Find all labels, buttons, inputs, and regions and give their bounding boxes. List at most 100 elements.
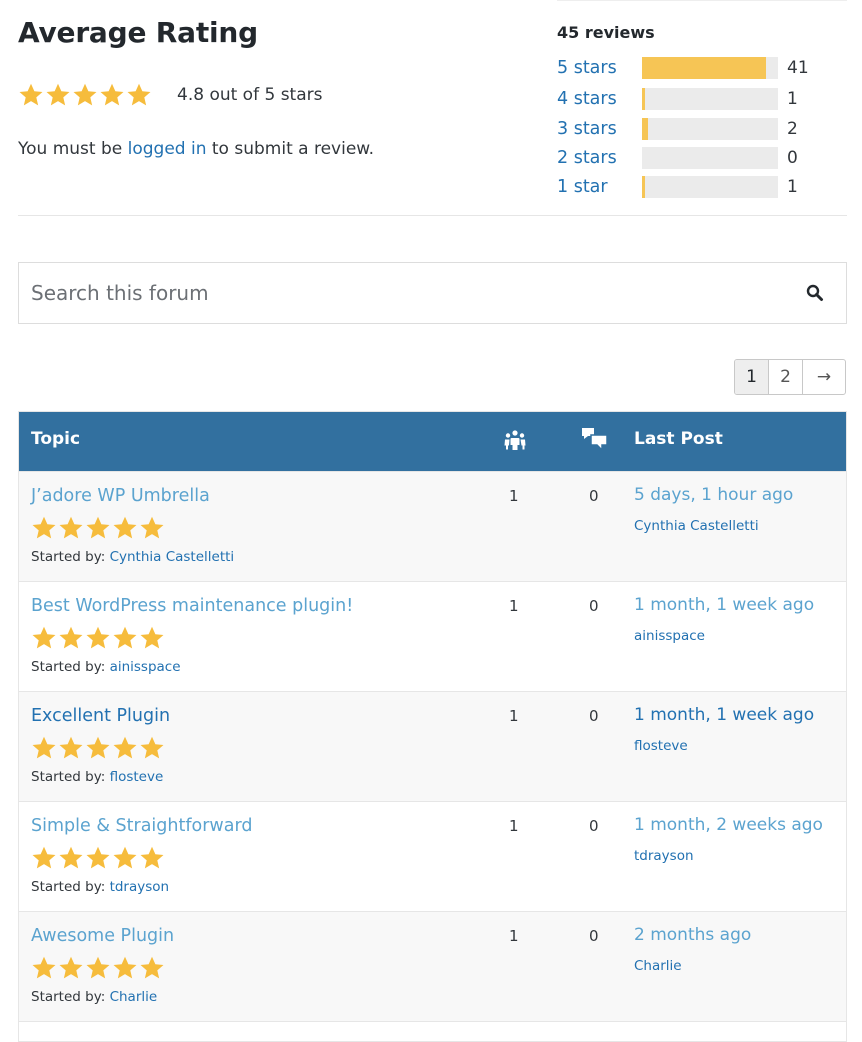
reply-count: 0 bbox=[589, 817, 599, 835]
reply-count: 0 bbox=[589, 707, 599, 725]
search-button[interactable] bbox=[784, 263, 846, 323]
average-rating-text: 4.8 out of 5 stars bbox=[177, 85, 323, 105]
header-last-post: Last Post bbox=[634, 429, 723, 449]
rating-bar-track bbox=[642, 57, 778, 79]
topic-rating-stars bbox=[31, 625, 166, 651]
star-icon bbox=[112, 845, 138, 871]
topic-author-link[interactable]: Charlie bbox=[110, 989, 158, 1005]
topic-author-link[interactable]: flosteve bbox=[110, 769, 164, 785]
star-icon bbox=[99, 82, 125, 108]
rating-section: Average Rating 4.8 out of 5 stars You mu… bbox=[18, 0, 847, 216]
topic-title-link[interactable]: Excellent Plugin bbox=[31, 706, 170, 726]
topic-title-link[interactable]: Simple & Straightforward bbox=[31, 816, 252, 836]
last-post-author-link[interactable]: Charlie bbox=[634, 958, 682, 974]
star-icon bbox=[112, 955, 138, 981]
star-icon bbox=[139, 845, 165, 871]
star-icon bbox=[139, 625, 165, 651]
started-by-label: Started by: bbox=[31, 769, 110, 785]
topic-started-by: Started by: Charlie bbox=[31, 989, 157, 1005]
star-icon bbox=[31, 515, 57, 541]
last-post-time-link[interactable]: 2 months ago bbox=[634, 925, 751, 945]
star-icon bbox=[112, 515, 138, 541]
star-icon bbox=[58, 845, 84, 871]
topic-author-link[interactable]: Cynthia Castelletti bbox=[110, 549, 235, 565]
voice-count: 1 bbox=[509, 487, 519, 505]
topic-row: J’adore WP Umbrella Started by: Cynthia … bbox=[19, 471, 846, 581]
voice-count: 1 bbox=[509, 597, 519, 615]
average-rating-row: 4.8 out of 5 stars bbox=[18, 82, 322, 108]
star-icon bbox=[58, 625, 84, 651]
star-icon bbox=[85, 515, 111, 541]
rating-filter-link[interactable]: 2 stars bbox=[557, 148, 642, 168]
rating-bar-row: 1 star 1 bbox=[557, 175, 847, 199]
star-icon bbox=[31, 955, 57, 981]
topic-row: Awesome Plugin Started by: Charlie 1 0 2… bbox=[19, 911, 846, 1021]
last-post-author-link[interactable]: flosteve bbox=[634, 738, 688, 754]
rating-count: 2 bbox=[787, 119, 798, 139]
page-1-current: 1 bbox=[735, 360, 769, 394]
rating-bar-track bbox=[642, 118, 778, 140]
login-notice-suffix: to submit a review. bbox=[206, 139, 375, 159]
last-post-time-link[interactable]: 1 month, 2 weeks ago bbox=[634, 815, 823, 835]
last-post-time-link[interactable]: 5 days, 1 hour ago bbox=[634, 485, 793, 505]
reviews-breakdown: 45 reviews 5 stars 41 4 stars 1 3 stars … bbox=[557, 0, 847, 216]
last-post-author-link[interactable]: tdrayson bbox=[634, 848, 694, 864]
started-by-label: Started by: bbox=[31, 659, 110, 675]
started-by-label: Started by: bbox=[31, 989, 110, 1005]
star-icon bbox=[58, 955, 84, 981]
topic-author-link[interactable]: ainisspace bbox=[110, 659, 181, 675]
star-icon bbox=[45, 82, 71, 108]
topic-author-link[interactable]: tdrayson bbox=[110, 879, 170, 895]
topics-table: Topic Last Post J’adore WP Umbrella Star… bbox=[18, 411, 847, 1042]
page-2-link[interactable]: 2 bbox=[769, 360, 803, 394]
star-icon bbox=[85, 955, 111, 981]
rating-filter-link[interactable]: 5 stars bbox=[557, 58, 642, 78]
next-page-link[interactable]: → bbox=[803, 360, 845, 394]
topic-rating-stars bbox=[31, 515, 166, 541]
rating-filter-link[interactable]: 4 stars bbox=[557, 89, 642, 109]
star-icon bbox=[31, 625, 57, 651]
topic-started-by: Started by: flosteve bbox=[31, 769, 163, 785]
topic-title-link[interactable]: J’adore WP Umbrella bbox=[31, 486, 210, 506]
rating-bar-fill bbox=[642, 88, 646, 110]
star-icon bbox=[72, 82, 98, 108]
star-icon bbox=[85, 625, 111, 651]
reply-count: 0 bbox=[589, 927, 599, 945]
topic-row: Excellent Plugin Started by: flosteve 1 … bbox=[19, 691, 846, 801]
star-icon bbox=[112, 735, 138, 761]
rating-bar-row: 3 stars 2 bbox=[557, 117, 847, 141]
logged-in-link[interactable]: logged in bbox=[128, 139, 207, 159]
topic-title-link[interactable]: Best WordPress maintenance plugin! bbox=[31, 596, 353, 616]
last-post-time-link[interactable]: 1 month, 1 week ago bbox=[634, 595, 814, 615]
reply-count: 0 bbox=[589, 487, 599, 505]
arrow-right-icon: → bbox=[816, 367, 832, 387]
star-icon bbox=[58, 735, 84, 761]
rating-bar-fill bbox=[642, 57, 766, 79]
table-header: Topic Last Post bbox=[19, 412, 846, 471]
topic-title-link[interactable]: Awesome Plugin bbox=[31, 926, 174, 946]
average-stars bbox=[18, 82, 153, 108]
star-icon bbox=[139, 735, 165, 761]
login-notice: You must be logged in to submit a review… bbox=[18, 139, 374, 159]
topic-row: Best WordPress maintenance plugin! Start… bbox=[19, 581, 846, 691]
topic-row: Simple & Straightforward Started by: tdr… bbox=[19, 801, 846, 911]
topic-row-partial bbox=[19, 1021, 846, 1041]
login-notice-prefix: You must be bbox=[18, 139, 128, 159]
rating-bar-track bbox=[642, 176, 778, 198]
forum-search-input[interactable] bbox=[19, 263, 784, 323]
last-post-author-link[interactable]: ainisspace bbox=[634, 628, 705, 644]
star-icon bbox=[58, 515, 84, 541]
star-icon bbox=[18, 82, 44, 108]
voice-count: 1 bbox=[509, 927, 519, 945]
rating-filter-link[interactable]: 3 stars bbox=[557, 119, 642, 139]
rating-bar-row: 5 stars 41 bbox=[557, 56, 847, 80]
star-icon bbox=[31, 845, 57, 871]
rating-filter-link[interactable]: 1 star bbox=[557, 177, 642, 197]
topic-rating-stars bbox=[31, 735, 166, 761]
rating-bar-fill bbox=[642, 176, 646, 198]
last-post-author-link[interactable]: Cynthia Castelletti bbox=[634, 518, 759, 534]
started-by-label: Started by: bbox=[31, 549, 110, 565]
star-icon bbox=[139, 515, 165, 541]
voice-count: 1 bbox=[509, 707, 519, 725]
last-post-time-link[interactable]: 1 month, 1 week ago bbox=[634, 705, 814, 725]
